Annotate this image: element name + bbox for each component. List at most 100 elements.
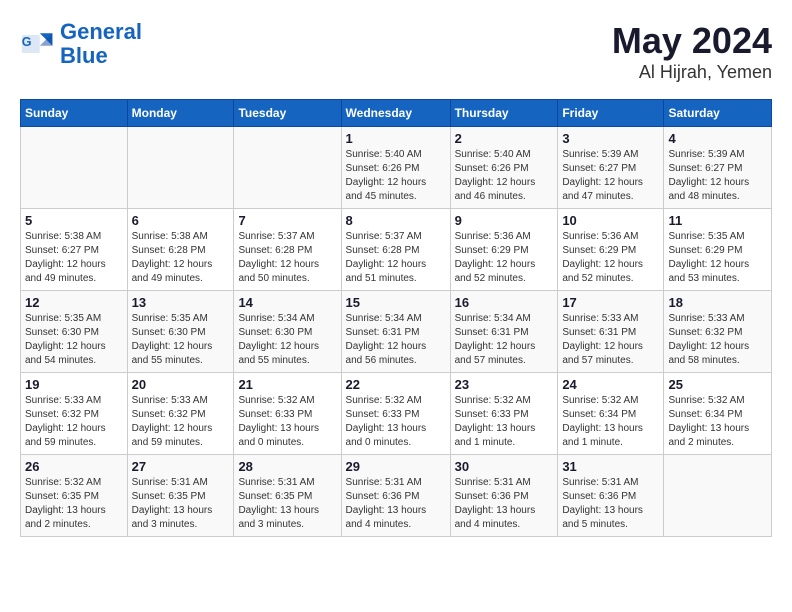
day-number: 9 — [455, 213, 554, 228]
logo: G General Blue — [20, 20, 142, 68]
day-number: 29 — [346, 459, 446, 474]
day-info: Sunrise: 5:38 AM Sunset: 6:27 PM Dayligh… — [25, 230, 123, 286]
day-info: Sunrise: 5:34 AM Sunset: 6:31 PM Dayligh… — [346, 312, 446, 368]
day-info: Sunrise: 5:36 AM Sunset: 6:29 PM Dayligh… — [455, 230, 554, 286]
weekday-header-wednesday: Wednesday — [341, 100, 450, 127]
day-number: 30 — [455, 459, 554, 474]
day-info: Sunrise: 5:33 AM Sunset: 6:32 PM Dayligh… — [668, 312, 767, 368]
calendar-body: 1 Sunrise: 5:40 AM Sunset: 6:26 PM Daylig… — [21, 127, 772, 537]
calendar-cell: 2 Sunrise: 5:40 AM Sunset: 6:26 PM Daylig… — [450, 127, 558, 209]
day-number: 8 — [346, 213, 446, 228]
day-number: 6 — [132, 213, 230, 228]
day-number: 20 — [132, 377, 230, 392]
day-info: Sunrise: 5:33 AM Sunset: 6:32 PM Dayligh… — [132, 394, 230, 450]
calendar-cell: 23 Sunrise: 5:32 AM Sunset: 6:33 PM Dayli… — [450, 373, 558, 455]
logo-icon: G — [20, 26, 56, 62]
day-number: 11 — [668, 213, 767, 228]
day-info: Sunrise: 5:35 AM Sunset: 6:29 PM Dayligh… — [668, 230, 767, 286]
day-number: 23 — [455, 377, 554, 392]
calendar-cell — [664, 455, 772, 537]
title-block: May 2024 Al Hijrah, Yemen — [612, 20, 772, 83]
day-info: Sunrise: 5:40 AM Sunset: 6:26 PM Dayligh… — [346, 148, 446, 204]
day-number: 2 — [455, 131, 554, 146]
calendar-cell: 3 Sunrise: 5:39 AM Sunset: 6:27 PM Daylig… — [558, 127, 664, 209]
calendar-cell: 16Sunrise: 5:34 AM Sunset: 6:31 PM Dayli… — [450, 291, 558, 373]
calendar-cell: 31Sunrise: 5:31 AM Sunset: 6:36 PM Dayli… — [558, 455, 664, 537]
day-number: 22 — [346, 377, 446, 392]
weekday-header-monday: Monday — [127, 100, 234, 127]
day-info: Sunrise: 5:32 AM Sunset: 6:33 PM Dayligh… — [238, 394, 336, 450]
calendar-cell: 11 Sunrise: 5:35 AM Sunset: 6:29 PM Dayli… — [664, 209, 772, 291]
calendar-cell: 20 Sunrise: 5:33 AM Sunset: 6:32 PM Dayli… — [127, 373, 234, 455]
logo-line2: Blue — [60, 43, 108, 68]
day-info: Sunrise: 5:31 AM Sunset: 6:36 PM Dayligh… — [562, 476, 659, 532]
day-number: 7 — [238, 213, 336, 228]
calendar-week-2: 5 Sunrise: 5:38 AM Sunset: 6:27 PM Daylig… — [21, 209, 772, 291]
day-number: 15 — [346, 295, 446, 310]
calendar-week-4: 19 Sunrise: 5:33 AM Sunset: 6:32 PM Dayli… — [21, 373, 772, 455]
calendar-cell: 26 Sunrise: 5:32 AM Sunset: 6:35 PM Dayli… — [21, 455, 128, 537]
calendar-week-1: 1 Sunrise: 5:40 AM Sunset: 6:26 PM Daylig… — [21, 127, 772, 209]
day-number: 19 — [25, 377, 123, 392]
calendar-cell: 7 Sunrise: 5:37 AM Sunset: 6:28 PM Daylig… — [234, 209, 341, 291]
location-title: Al Hijrah, Yemen — [612, 62, 772, 83]
weekday-header-thursday: Thursday — [450, 100, 558, 127]
day-info: Sunrise: 5:31 AM Sunset: 6:36 PM Dayligh… — [455, 476, 554, 532]
day-number: 1 — [346, 131, 446, 146]
calendar-cell — [127, 127, 234, 209]
calendar-week-5: 26 Sunrise: 5:32 AM Sunset: 6:35 PM Dayli… — [21, 455, 772, 537]
calendar-week-3: 12 Sunrise: 5:35 AM Sunset: 6:30 PM Dayli… — [21, 291, 772, 373]
day-info: Sunrise: 5:33 AM Sunset: 6:32 PM Dayligh… — [25, 394, 123, 450]
day-number: 25 — [668, 377, 767, 392]
logo-text: General Blue — [60, 20, 142, 68]
day-info: Sunrise: 5:34 AM Sunset: 6:30 PM Dayligh… — [238, 312, 336, 368]
day-number: 28 — [238, 459, 336, 474]
calendar-cell: 30 Sunrise: 5:31 AM Sunset: 6:36 PM Dayli… — [450, 455, 558, 537]
calendar-header: SundayMondayTuesdayWednesdayThursdayFrid… — [21, 100, 772, 127]
day-info: Sunrise: 5:40 AM Sunset: 6:26 PM Dayligh… — [455, 148, 554, 204]
day-number: 21 — [238, 377, 336, 392]
day-number: 5 — [25, 213, 123, 228]
day-number: 16 — [455, 295, 554, 310]
weekday-header-sunday: Sunday — [21, 100, 128, 127]
calendar-cell: 22 Sunrise: 5:32 AM Sunset: 6:33 PM Dayli… — [341, 373, 450, 455]
calendar-cell: 24Sunrise: 5:32 AM Sunset: 6:34 PM Dayli… — [558, 373, 664, 455]
calendar-cell: 6 Sunrise: 5:38 AM Sunset: 6:28 PM Daylig… — [127, 209, 234, 291]
day-number: 18 — [668, 295, 767, 310]
day-info: Sunrise: 5:32 AM Sunset: 6:35 PM Dayligh… — [25, 476, 123, 532]
day-info: Sunrise: 5:31 AM Sunset: 6:35 PM Dayligh… — [238, 476, 336, 532]
day-info: Sunrise: 5:39 AM Sunset: 6:27 PM Dayligh… — [562, 148, 659, 204]
calendar-cell — [21, 127, 128, 209]
day-info: Sunrise: 5:32 AM Sunset: 6:34 PM Dayligh… — [562, 394, 659, 450]
calendar-table: SundayMondayTuesdayWednesdayThursdayFrid… — [20, 99, 772, 537]
day-number: 12 — [25, 295, 123, 310]
day-info: Sunrise: 5:33 AM Sunset: 6:31 PM Dayligh… — [562, 312, 659, 368]
calendar-cell: 27Sunrise: 5:31 AM Sunset: 6:35 PM Dayli… — [127, 455, 234, 537]
calendar-cell: 9 Sunrise: 5:36 AM Sunset: 6:29 PM Daylig… — [450, 209, 558, 291]
calendar-cell: 17Sunrise: 5:33 AM Sunset: 6:31 PM Dayli… — [558, 291, 664, 373]
month-title: May 2024 — [612, 20, 772, 62]
weekday-row: SundayMondayTuesdayWednesdayThursdayFrid… — [21, 100, 772, 127]
day-info: Sunrise: 5:35 AM Sunset: 6:30 PM Dayligh… — [25, 312, 123, 368]
page-header: G General Blue May 2024 Al Hijrah, Yemen — [20, 20, 772, 83]
day-number: 4 — [668, 131, 767, 146]
day-info: Sunrise: 5:32 AM Sunset: 6:33 PM Dayligh… — [346, 394, 446, 450]
calendar-cell: 1 Sunrise: 5:40 AM Sunset: 6:26 PM Daylig… — [341, 127, 450, 209]
calendar-cell: 19 Sunrise: 5:33 AM Sunset: 6:32 PM Dayli… — [21, 373, 128, 455]
day-info: Sunrise: 5:35 AM Sunset: 6:30 PM Dayligh… — [132, 312, 230, 368]
day-number: 3 — [562, 131, 659, 146]
day-number: 27 — [132, 459, 230, 474]
day-number: 26 — [25, 459, 123, 474]
calendar-cell: 14Sunrise: 5:34 AM Sunset: 6:30 PM Dayli… — [234, 291, 341, 373]
calendar-cell: 4Sunrise: 5:39 AM Sunset: 6:27 PM Daylig… — [664, 127, 772, 209]
day-info: Sunrise: 5:38 AM Sunset: 6:28 PM Dayligh… — [132, 230, 230, 286]
day-info: Sunrise: 5:37 AM Sunset: 6:28 PM Dayligh… — [238, 230, 336, 286]
weekday-header-tuesday: Tuesday — [234, 100, 341, 127]
calendar-cell: 10Sunrise: 5:36 AM Sunset: 6:29 PM Dayli… — [558, 209, 664, 291]
calendar-cell: 18 Sunrise: 5:33 AM Sunset: 6:32 PM Dayli… — [664, 291, 772, 373]
day-info: Sunrise: 5:32 AM Sunset: 6:33 PM Dayligh… — [455, 394, 554, 450]
calendar-cell: 5 Sunrise: 5:38 AM Sunset: 6:27 PM Daylig… — [21, 209, 128, 291]
calendar-cell: 28 Sunrise: 5:31 AM Sunset: 6:35 PM Dayli… — [234, 455, 341, 537]
day-info: Sunrise: 5:32 AM Sunset: 6:34 PM Dayligh… — [668, 394, 767, 450]
calendar-cell: 12 Sunrise: 5:35 AM Sunset: 6:30 PM Dayli… — [21, 291, 128, 373]
